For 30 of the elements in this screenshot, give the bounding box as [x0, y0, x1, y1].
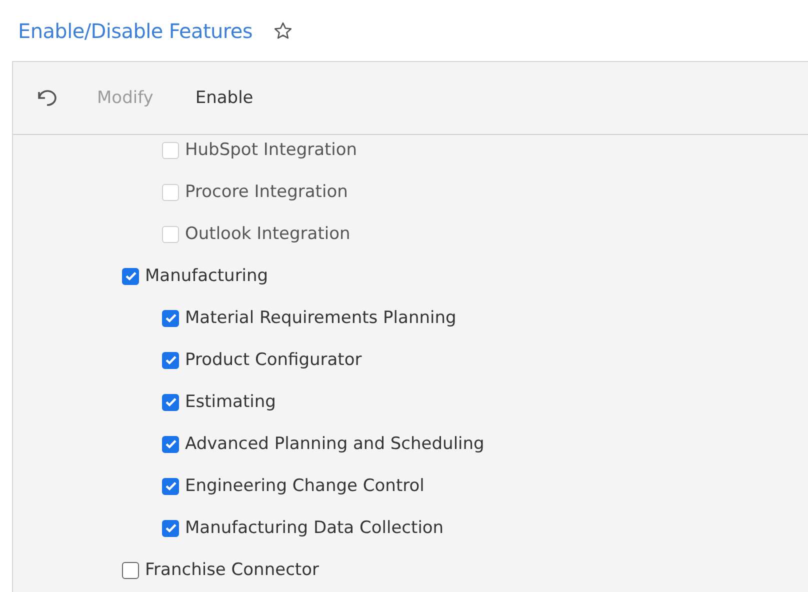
- feature-label: Franchise Connector: [145, 560, 319, 580]
- feature-label: Material Requirements Planning: [185, 308, 456, 328]
- feature-label: Outlook Integration: [185, 224, 350, 244]
- feature-label: Engineering Change Control: [185, 476, 424, 496]
- undo-icon: [35, 88, 59, 108]
- checkbox[interactable]: [162, 310, 179, 326]
- checkbox[interactable]: [162, 520, 179, 536]
- checkbox[interactable]: [122, 268, 139, 284]
- checkbox[interactable]: [162, 352, 179, 368]
- checkbox[interactable]: [162, 436, 179, 452]
- feature-label: Manufacturing: [145, 266, 268, 286]
- feature-label: Advanced Planning and Scheduling: [185, 434, 484, 454]
- feature-label: Estimating: [185, 392, 276, 412]
- checkbox[interactable]: [122, 562, 139, 578]
- toolbar-button[interactable]: Enable: [187, 84, 262, 112]
- checkbox[interactable]: [162, 394, 179, 410]
- page-title: Enable/Disable Features: [18, 19, 253, 43]
- check-icon: [124, 271, 136, 281]
- check-icon: [164, 523, 176, 533]
- check-icon: [164, 439, 176, 449]
- check-icon: [164, 355, 176, 365]
- check-icon: [164, 481, 176, 491]
- feature-label: Procore Integration: [185, 182, 348, 202]
- check-icon: [164, 313, 176, 323]
- checkbox[interactable]: [162, 478, 179, 494]
- feature-label: Product Configurator: [185, 350, 362, 370]
- check-icon: [164, 397, 176, 407]
- feature-label: HubSpot Integration: [185, 140, 358, 160]
- feature-label: Manufacturing Data Collection: [185, 518, 444, 538]
- star-icon[interactable]: [272, 21, 293, 41]
